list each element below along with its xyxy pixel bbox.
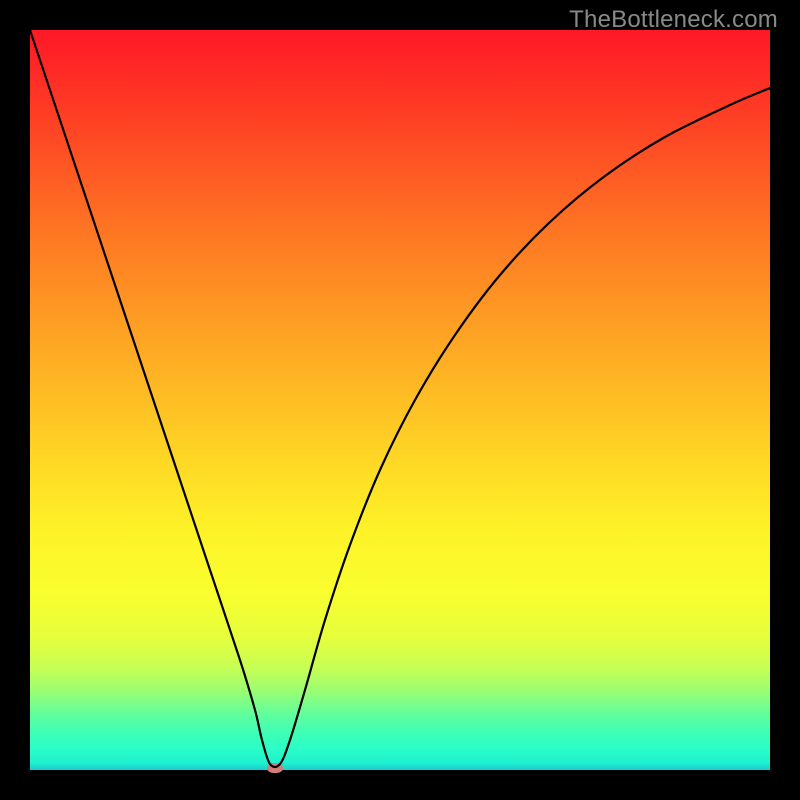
watermark-text: TheBottleneck.com xyxy=(569,6,778,34)
chart-plot-area xyxy=(30,30,770,770)
curve-path xyxy=(30,30,770,767)
bottleneck-curve xyxy=(30,30,770,770)
